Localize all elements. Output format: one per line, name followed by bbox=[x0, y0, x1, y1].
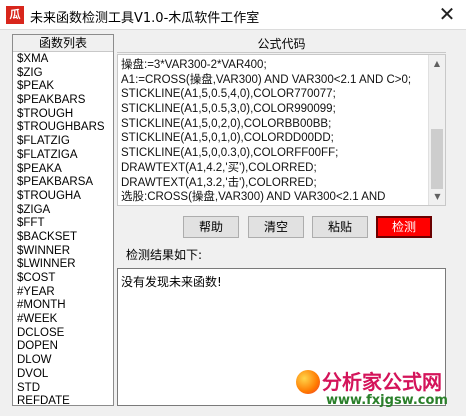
function-list-item[interactable]: $ZIG bbox=[17, 67, 109, 81]
code-line: STICKLINE(A1,5,0.5,4,0),COLOR770077; bbox=[121, 88, 336, 101]
function-list-item[interactable]: $TROUGHBARS bbox=[17, 121, 109, 135]
code-line: 操盘:=3*VAR300-2*VAR400; bbox=[121, 59, 267, 71]
function-list-item[interactable]: $PEAK bbox=[17, 80, 109, 94]
detect-button[interactable]: 检测 bbox=[376, 216, 432, 238]
function-list-item[interactable]: $PEAKBARS bbox=[17, 94, 109, 108]
formula-code-editor[interactable]: 操盘:=3*VAR300-2*VAR400; A1:=CROSS(操盘,VAR30… bbox=[117, 54, 446, 206]
code-text[interactable]: 操盘:=3*VAR300-2*VAR400; A1:=CROSS(操盘,VAR30… bbox=[121, 58, 427, 206]
function-list[interactable]: $XMA $ZIG $PEAK $PEAKBARS $TROUGH $TROUGHBARS… bbox=[13, 52, 113, 409]
code-line: STICKLINE(A1,5,0,0.3,0),COLORFF00FF; bbox=[121, 147, 339, 160]
function-list-item[interactable]: $PEAKA bbox=[17, 163, 109, 177]
scroll-thumb[interactable] bbox=[431, 129, 443, 189]
function-list-item[interactable]: STD bbox=[17, 382, 109, 396]
watermark-title: 分析家公式网 bbox=[322, 370, 442, 394]
function-list-item[interactable]: $TROUGH bbox=[17, 108, 109, 122]
code-line: DRAWTEXT(A1,3.2,'击'),COLORRED; bbox=[121, 176, 317, 189]
window-title: 未来函数检测工具V1.0-木瓜软件工作室 bbox=[30, 11, 260, 26]
vertical-scrollbar[interactable]: ▲ ▼ bbox=[428, 55, 445, 205]
formula-code-header: 公式代码 bbox=[117, 36, 446, 53]
code-line: A1:=CROSS(操盘,VAR300) AND VAR300<2.1 AND … bbox=[121, 73, 412, 86]
function-list-panel: 函数列表 $XMA $ZIG $PEAK $PEAKBARS $TROUGH $TROUG… bbox=[12, 34, 114, 409]
code-line: STICKLINE(A1,5,0,1,0),COLORDD00DD; bbox=[121, 132, 334, 145]
function-list-item[interactable]: DLOW bbox=[17, 354, 109, 368]
app-icon: 瓜 bbox=[6, 6, 24, 24]
scroll-up-icon[interactable]: ▲ bbox=[429, 55, 445, 72]
function-list-item[interactable]: DCLOSE bbox=[17, 327, 109, 341]
close-button[interactable]: ✕ bbox=[436, 3, 458, 25]
function-list-item[interactable]: $FLATZIGA bbox=[17, 149, 109, 163]
function-list-item[interactable]: #WEEK bbox=[17, 313, 109, 327]
function-list-item[interactable]: $ZIGA bbox=[17, 204, 109, 218]
code-line: STICKLINE(A1,5,0.5,3,0),COLOR990099; bbox=[121, 103, 336, 116]
scroll-down-icon[interactable]: ▼ bbox=[429, 188, 445, 205]
function-list-item[interactable]: $LWINNER bbox=[17, 258, 109, 272]
globe-icon bbox=[296, 370, 320, 394]
function-list-item[interactable]: REFDATE bbox=[17, 395, 109, 409]
result-label: 检测结果如下: bbox=[126, 248, 203, 262]
function-list-item[interactable]: $PEAKBARSA bbox=[17, 176, 109, 190]
function-list-item[interactable]: $COST bbox=[17, 272, 109, 286]
function-list-item[interactable]: #YEAR bbox=[17, 286, 109, 300]
code-line: STICKLINE(A1,5,0,2,0),COLORBB00BB; bbox=[121, 117, 332, 130]
code-line: DRAWTEXT(A1,4.2,'买'),COLORRED; bbox=[121, 161, 317, 174]
function-list-item[interactable]: $XMA bbox=[17, 53, 109, 67]
clear-button[interactable]: 清空 bbox=[248, 216, 304, 238]
help-button[interactable]: 帮助 bbox=[183, 216, 239, 238]
function-list-item[interactable]: DVOL bbox=[17, 368, 109, 382]
function-list-item[interactable]: $TROUGHA bbox=[17, 190, 109, 204]
function-list-item[interactable]: $FLATZIG bbox=[17, 135, 109, 149]
result-text: 没有发现未来函数! bbox=[121, 275, 222, 289]
watermark-logo: 分析家公式网 www.fxjgsw.com bbox=[296, 366, 462, 412]
code-line: 选股:CROSS(操盘,VAR300) AND VAR300<2.1 AND bbox=[121, 191, 386, 204]
function-list-item[interactable]: $WINNER bbox=[17, 245, 109, 259]
function-list-item[interactable]: DOPEN bbox=[17, 340, 109, 354]
watermark-url: www.fxjgsw.com bbox=[326, 393, 448, 408]
function-list-item[interactable]: $FFT bbox=[17, 217, 109, 231]
function-list-item[interactable]: #MONTH bbox=[17, 299, 109, 313]
title-bar: 瓜 未来函数检测工具V1.0-木瓜软件工作室 ✕ bbox=[0, 0, 466, 30]
paste-button[interactable]: 粘贴 bbox=[312, 216, 368, 238]
function-list-item[interactable]: $BACKSET bbox=[17, 231, 109, 245]
code-line: C>0,COLOR770077; bbox=[121, 205, 427, 206]
function-list-header: 函数列表 bbox=[13, 35, 113, 52]
